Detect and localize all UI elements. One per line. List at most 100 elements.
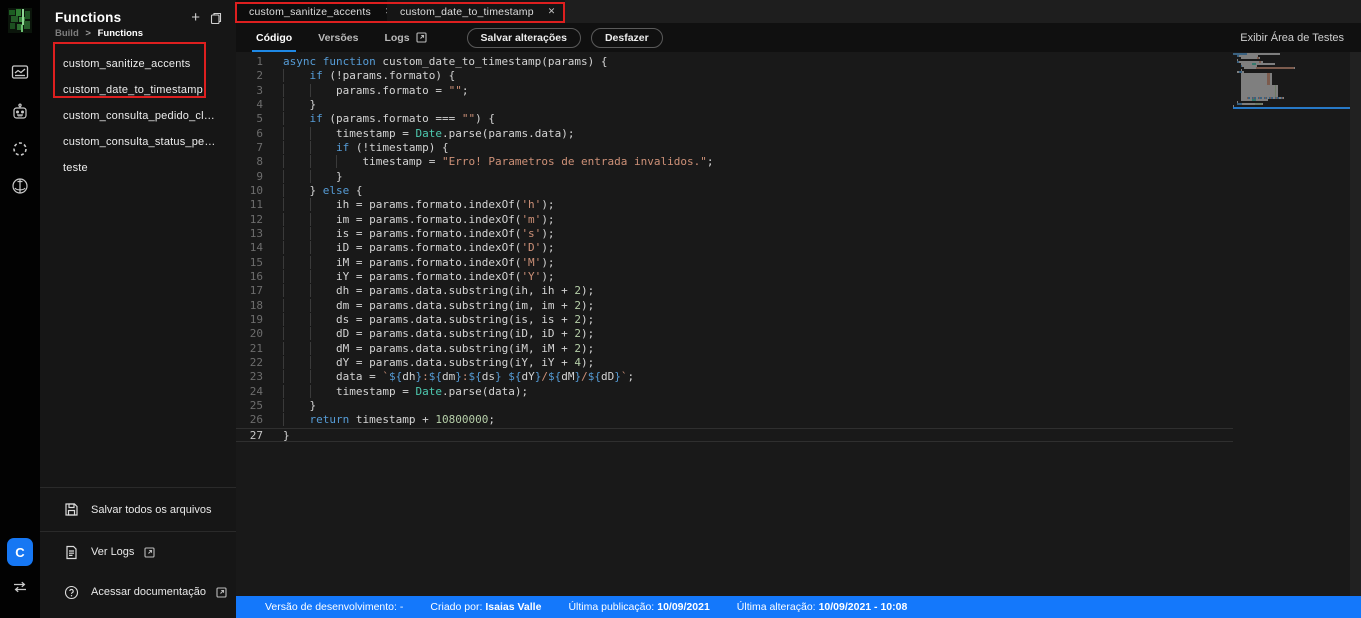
code-line[interactable]: 21 dM = params.data.substring(iM, iM + 2… (236, 342, 1233, 356)
status-item: Versão de desenvolvimento:- (265, 601, 403, 613)
line-number: 7 (236, 141, 283, 155)
code-content[interactable]: 1async function custom_date_to_timestamp… (236, 52, 1233, 596)
app-logo[interactable] (8, 8, 32, 33)
status-bar: Versão de desenvolvimento:- Criado por:Is… (236, 596, 1361, 618)
code-line[interactable]: 19 ds = params.data.substring(is, is + 2… (236, 313, 1233, 327)
line-number: 20 (236, 327, 283, 341)
tab-custom-sanitize-accents[interactable]: custom_sanitize_accents ✕ (236, 0, 387, 23)
robot-icon[interactable] (11, 103, 29, 121)
code-line[interactable]: 15 iM = params.formato.indexOf('M'); (236, 256, 1233, 270)
line-number: 3 (236, 84, 283, 98)
code-line[interactable]: 2 if (!params.formato) { (236, 69, 1233, 83)
code-text: ih = params.formato.indexOf('h'); (283, 198, 1233, 212)
line-number: 18 (236, 299, 283, 313)
function-list: custom_sanitize_accentscustom_date_to_ti… (40, 51, 236, 181)
external-link-icon (144, 547, 155, 558)
code-text: if (!params.formato) { (283, 69, 1233, 83)
tab-label: custom_date_to_timestamp (400, 6, 534, 18)
line-number: 6 (236, 127, 283, 141)
code-text: timestamp = Date.parse(data); (283, 385, 1233, 399)
code-line[interactable]: 7 if (!timestamp) { (236, 141, 1233, 155)
assistant-c-button[interactable]: C (7, 538, 33, 566)
view-logs-button[interactable]: Ver Logs (40, 532, 236, 572)
tab-logs[interactable]: Logs (384, 23, 426, 52)
code-line[interactable]: 11 ih = params.formato.indexOf('h'); (236, 198, 1233, 212)
breadcrumb-root[interactable]: Build (55, 28, 79, 39)
code-line[interactable]: 6 timestamp = Date.parse(params.data); (236, 127, 1233, 141)
code-editor[interactable]: 1async function custom_date_to_timestamp… (236, 52, 1361, 596)
code-line[interactable]: 25 } (236, 399, 1233, 413)
panel-title: Functions (55, 10, 236, 25)
vertical-scrollbar[interactable] (1350, 52, 1361, 596)
line-number: 22 (236, 356, 283, 370)
line-number: 23 (236, 370, 283, 384)
code-line[interactable]: 20 dD = params.data.substring(iD, iD + 2… (236, 327, 1233, 341)
external-link-icon (216, 587, 227, 598)
dashed-ring-icon[interactable] (11, 140, 29, 158)
line-number: 11 (236, 198, 283, 212)
tab-codigo[interactable]: Código (256, 23, 292, 52)
line-number: 12 (236, 213, 283, 227)
function-list-item[interactable]: custom_consulta_pedido_cl… (40, 103, 236, 129)
show-test-area-link[interactable]: Exibir Área de Testes (1240, 32, 1344, 44)
function-list-item[interactable]: custom_consulta_status_pe… (40, 129, 236, 155)
code-line[interactable]: 18 dm = params.data.substring(im, im + 2… (236, 299, 1233, 313)
duplicate-window-icon[interactable] (210, 12, 222, 25)
code-line[interactable]: 5 if (params.formato === "") { (236, 112, 1233, 126)
function-list-item[interactable]: custom_sanitize_accents (40, 51, 236, 77)
add-function-icon[interactable]: + (191, 11, 200, 25)
code-line[interactable]: 26 return timestamp + 10800000; (236, 413, 1233, 427)
code-line[interactable]: 27} (236, 428, 1233, 442)
undo-button[interactable]: Desfazer (591, 28, 663, 48)
code-line[interactable]: 17 dh = params.data.substring(ih, ih + 2… (236, 284, 1233, 298)
line-number: 8 (236, 155, 283, 169)
open-docs-button[interactable]: Acessar documentação (40, 572, 236, 612)
code-text: params.formato = ""; (283, 84, 1233, 98)
save-changes-button[interactable]: Salvar alterações (467, 28, 581, 48)
code-line[interactable]: 1async function custom_date_to_timestamp… (236, 55, 1233, 69)
status-item: Última publicação:10/09/2021 (568, 601, 709, 613)
code-text: iY = params.formato.indexOf('Y'); (283, 270, 1233, 284)
code-line[interactable]: 13 is = params.formato.indexOf('s'); (236, 227, 1233, 241)
code-text: } (283, 429, 1233, 441)
code-text: } (283, 170, 1233, 184)
open-docs-label: Acessar documentação (91, 586, 206, 598)
globe-anchor-icon[interactable] (11, 177, 29, 195)
line-number: 1 (236, 55, 283, 69)
code-line[interactable]: 3 params.formato = ""; (236, 84, 1233, 98)
swap-arrows-icon[interactable] (11, 578, 29, 596)
code-line[interactable]: 24 timestamp = Date.parse(data); (236, 385, 1233, 399)
line-number: 25 (236, 399, 283, 413)
code-text: if (!timestamp) { (283, 141, 1233, 155)
save-all-files-button[interactable]: Salvar todos os arquivos (40, 488, 236, 531)
tab-custom-date-to-timestamp[interactable]: custom_date_to_timestamp ✕ (387, 0, 565, 23)
tab-versoes[interactable]: Versões (318, 23, 358, 52)
code-line[interactable]: 4 } (236, 98, 1233, 112)
code-line[interactable]: 9 } (236, 170, 1233, 184)
code-line[interactable]: 23 data = `${dh}:${dm}:${ds} ${dY}/${dM}… (236, 370, 1233, 384)
close-tab-icon[interactable]: ✕ (548, 6, 556, 17)
log-file-icon (64, 545, 79, 560)
code-line[interactable]: 10 } else { (236, 184, 1233, 198)
code-line[interactable]: 12 im = params.formato.indexOf('m'); (236, 213, 1233, 227)
status-item: Criado por:Isaias Valle (430, 601, 541, 613)
code-line[interactable]: 8 timestamp = "Erro! Parametros de entra… (236, 155, 1233, 169)
analytics-chart-icon[interactable] (11, 63, 29, 81)
function-list-item[interactable]: custom_date_to_timestamp (40, 77, 236, 103)
breadcrumb-current: Functions (98, 28, 143, 39)
minimap[interactable] (1233, 53, 1350, 115)
tab-logs-label: Logs (384, 32, 409, 44)
code-text: dm = params.data.substring(im, im + 2); (283, 299, 1233, 313)
editor-area: custom_sanitize_accents ✕ custom_date_to… (236, 0, 1361, 618)
code-line[interactable]: 22 dY = params.data.substring(iY, iY + 4… (236, 356, 1233, 370)
code-text: timestamp = "Erro! Parametros de entrada… (283, 155, 1233, 169)
code-line[interactable]: 16 iY = params.formato.indexOf('Y'); (236, 270, 1233, 284)
line-number: 4 (236, 98, 283, 112)
function-list-item[interactable]: teste (40, 155, 236, 181)
line-number: 24 (236, 385, 283, 399)
code-line[interactable]: 14 iD = params.formato.indexOf('D'); (236, 241, 1233, 255)
breadcrumb: Build > Functions (55, 28, 236, 39)
code-text: dM = params.data.substring(iM, iM + 2); (283, 342, 1233, 356)
code-text: if (params.formato === "") { (283, 112, 1233, 126)
app-window: C Functions Build > Functions + custom_s… (0, 0, 1361, 618)
